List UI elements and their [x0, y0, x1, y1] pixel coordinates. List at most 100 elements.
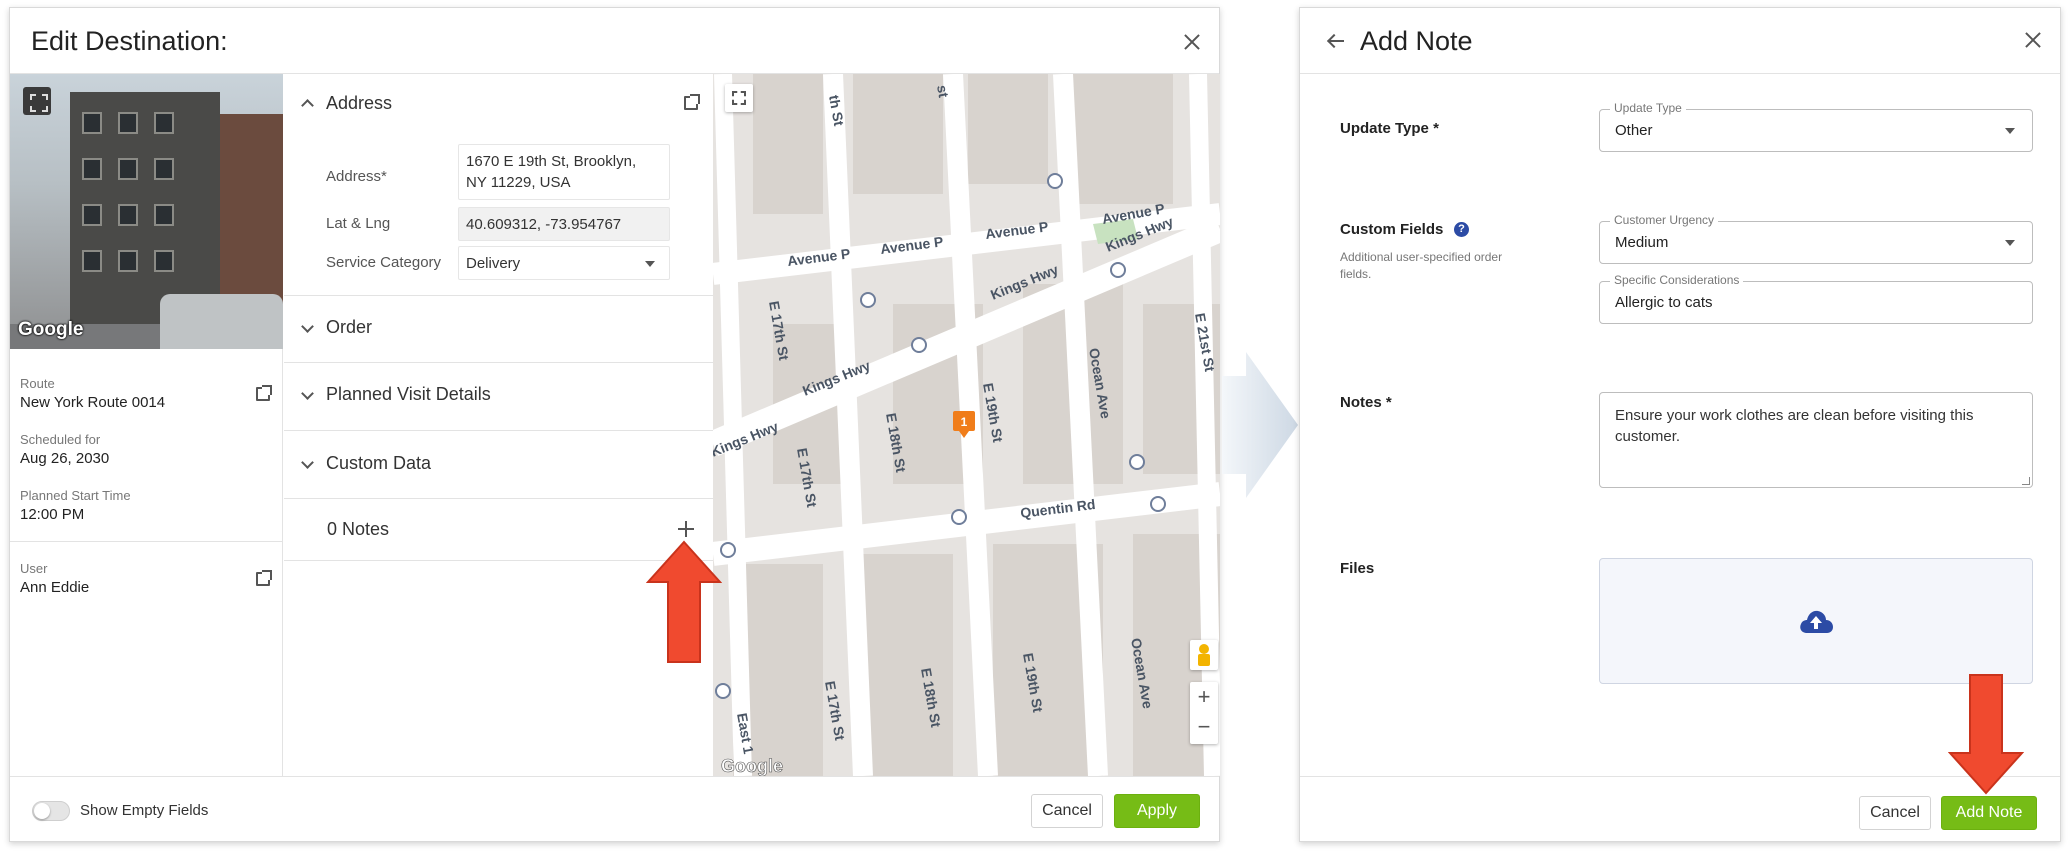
window [154, 112, 174, 134]
open-address-icon[interactable] [684, 94, 700, 110]
service-category-value: Delivery [466, 255, 521, 272]
chevron-up-icon[interactable] [301, 99, 314, 112]
file-upload-dropzone[interactable] [1599, 558, 2033, 684]
bus-stop-icon [720, 542, 736, 558]
open-route-icon[interactable] [256, 385, 272, 401]
custom-fields-description: Additional user-specified order fields. [1340, 250, 1503, 281]
service-category-label: Service Category [326, 254, 442, 271]
bus-stop-icon [1129, 454, 1145, 470]
street-view-photo[interactable]: Google [10, 74, 283, 349]
window [154, 204, 174, 226]
customer-urgency-select[interactable]: Customer Urgency Medium [1599, 213, 2033, 264]
open-user-icon[interactable] [256, 570, 272, 586]
update-type-value: Other [1615, 122, 1653, 139]
expand-photo-icon[interactable] [23, 87, 51, 115]
custom-data-section[interactable]: Custom Data [284, 431, 713, 499]
route-value: New York Route 0014 [20, 394, 166, 411]
close-icon[interactable] [1180, 30, 1204, 54]
scheduled-label: Scheduled for [20, 432, 101, 447]
edit-destination-panel: Edit Destination: Google Route New York … [9, 7, 1220, 842]
user-value: Ann Eddie [20, 579, 90, 596]
zoom-in-icon[interactable]: + [1190, 682, 1218, 713]
window [118, 250, 138, 272]
chevron-down-icon [645, 261, 655, 267]
close-icon[interactable] [2021, 28, 2045, 52]
cancel-button[interactable]: Cancel [1859, 796, 1931, 830]
zoom-controls: + − [1190, 682, 1218, 744]
update-type-select[interactable]: Update Type Other [1599, 101, 2033, 152]
bus-stop-icon [951, 509, 967, 525]
bus-stop-icon [911, 337, 927, 353]
pointer-arrow-down [1948, 674, 2024, 795]
specific-considerations-value: Allergic to cats [1615, 294, 1713, 311]
bus-stop-icon [1150, 496, 1166, 512]
specific-considerations-legend: Specific Considerations [1610, 273, 1744, 287]
fullscreen-icon[interactable] [725, 84, 753, 112]
address-line-1: 1670 E 19th St, Brooklyn, [466, 153, 637, 170]
chevron-down-icon [301, 456, 314, 469]
pegman-head [1199, 644, 1209, 654]
transition-arrow [1222, 352, 1298, 498]
add-note-title: Add Note [1360, 26, 1473, 56]
address-section-title[interactable]: Address [326, 93, 392, 114]
service-category-select[interactable]: Delivery [458, 246, 670, 280]
address-line-2: NY 11229, USA [466, 174, 571, 191]
chevron-down-icon [301, 320, 314, 333]
window [82, 158, 102, 180]
google-watermark: Google [18, 319, 84, 340]
notes-textarea[interactable]: Ensure your work clothes are clean befor… [1599, 392, 2033, 488]
edit-destination-header: Edit Destination: [10, 8, 1219, 74]
specific-considerations-input[interactable]: Specific Considerations Allergic to cats [1599, 273, 2033, 324]
notes-label: Notes * [1340, 394, 1392, 411]
window [118, 112, 138, 134]
cloud-upload-icon [1800, 610, 1833, 633]
chevron-down-icon [2005, 240, 2015, 246]
add-note-footer: Cancel Add Note [1300, 776, 2060, 842]
edit-destination-footer: Show Empty Fields Cancel Apply [10, 776, 1219, 842]
address-input[interactable]: 1670 E 19th St, Brooklyn, NY 11229, USA [458, 144, 670, 200]
chevron-down-icon [301, 387, 314, 400]
marker-number: 1 [961, 415, 968, 429]
pegman-icon[interactable] [1190, 640, 1218, 670]
planned-visit-section-title: Planned Visit Details [326, 384, 491, 404]
add-note-plus-icon[interactable] [678, 521, 694, 537]
apply-button[interactable]: Apply [1114, 794, 1200, 828]
window [154, 250, 174, 272]
files-label: Files [1340, 560, 1375, 577]
bus-stop-icon [715, 683, 731, 699]
map-canvas[interactable]: Avenue P Avenue P Avenue P Avenue P King… [713, 74, 1220, 776]
address-section: Address Address* 1670 E 19th St, Brookly… [284, 74, 713, 296]
help-icon[interactable]: ? [1454, 222, 1469, 237]
add-note-panel: Add Note Update Type * Update Type Other… [1299, 7, 2061, 842]
window [82, 112, 102, 134]
notes-text: Ensure your work clothes are clean befor… [1615, 407, 1974, 445]
window [118, 158, 138, 180]
update-type-label: Update Type * [1340, 120, 1439, 137]
resize-handle-icon[interactable] [2022, 477, 2030, 485]
order-section-title: Order [326, 317, 373, 337]
chevron-down-icon [2005, 128, 2015, 134]
update-type-legend: Update Type [1610, 101, 1686, 115]
map[interactable]: Avenue P Avenue P Avenue P Avenue P King… [713, 74, 1220, 776]
start-time-value: 12:00 PM [20, 506, 85, 523]
destination-summary: Google Route New York Route 0014 Schedul… [10, 74, 283, 776]
customer-urgency-value: Medium [1615, 234, 1669, 251]
back-arrow-icon[interactable] [1328, 35, 1344, 47]
custom-data-section-title: Custom Data [326, 453, 432, 473]
show-empty-fields-label: Show Empty Fields [80, 802, 209, 819]
pointer-arrow-up [646, 540, 722, 663]
bus-stop-icon [1110, 262, 1126, 278]
route-label: Route [20, 376, 55, 391]
user-label: User [20, 561, 48, 576]
start-time-label: Planned Start Time [20, 488, 131, 503]
cancel-button[interactable]: Cancel [1031, 794, 1103, 828]
notes-section-title: 0 Notes [327, 519, 390, 539]
add-note-button[interactable]: Add Note [1941, 796, 2037, 830]
parked-car [160, 294, 283, 349]
show-empty-fields-toggle[interactable] [32, 801, 70, 821]
planned-visit-section[interactable]: Planned Visit Details [284, 363, 713, 431]
custom-fields-label: Custom Fields [1340, 221, 1444, 238]
order-section[interactable]: Order [284, 296, 713, 363]
customer-urgency-legend: Customer Urgency [1610, 213, 1719, 227]
zoom-out-icon[interactable]: − [1190, 713, 1218, 744]
